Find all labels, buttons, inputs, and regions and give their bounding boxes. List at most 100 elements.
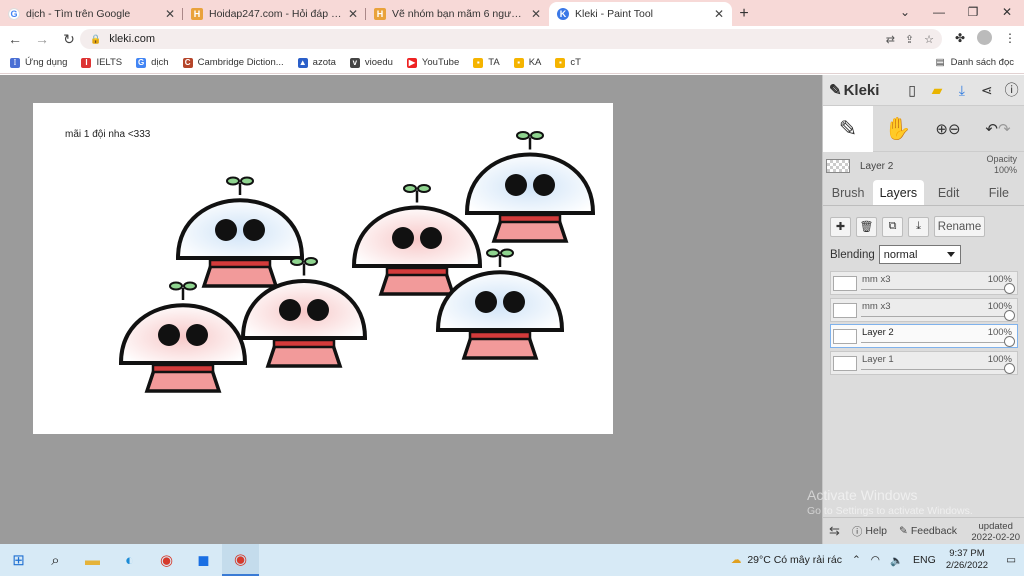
blending-row: Blending normal — [823, 237, 1024, 264]
bookmark-ka[interactable]: ▪ KA — [513, 57, 541, 68]
drawing-canvas[interactable]: mãi 1 đội nha <333 — [33, 103, 613, 434]
opacity-slider-handle[interactable] — [1004, 362, 1015, 374]
bookmark-label: IELTS — [96, 57, 123, 68]
character-head — [435, 270, 565, 332]
notification-icon[interactable]: ▭ — [1006, 554, 1016, 566]
hand-tool-button[interactable]: ✋ — [873, 106, 923, 152]
bookmark-star-icon[interactable]: ☆ — [924, 33, 934, 46]
share-icon[interactable]: ⋖ — [974, 77, 999, 103]
close-icon[interactable]: ✕ — [714, 7, 724, 21]
bookmark-vioedu[interactable]: v vioedu — [349, 57, 393, 68]
opacity-slider-handle[interactable] — [1004, 309, 1015, 321]
tool-row: ✎ ✋ ⊕ ⊖ ↶ ↷ — [823, 106, 1024, 152]
tab-edit[interactable]: Edit — [924, 180, 974, 205]
menu-kebab-icon[interactable]: ⋮ — [1004, 31, 1016, 45]
layer-name: mm x3 — [862, 300, 891, 312]
blending-select[interactable]: normal — [878, 245, 961, 264]
file-explorer-icon[interactable]: ▬ — [74, 544, 111, 576]
sprout-leaf — [486, 248, 500, 258]
layer-row[interactable]: mm x3 100% — [830, 271, 1018, 295]
opacity-slider-handle[interactable] — [1004, 283, 1015, 294]
logo-text: Kleki — [843, 81, 880, 99]
new-tab-button[interactable]: + — [732, 2, 756, 26]
tab-file[interactable]: File — [974, 180, 1024, 205]
bookmark-cambridge[interactable]: C Cambridge Diction... — [182, 57, 284, 68]
zoom-button[interactable]: ⊕ ⊖ — [923, 106, 973, 152]
rename-button[interactable]: Rename — [934, 216, 985, 237]
delete-layer-icon[interactable]: 🗑 — [856, 216, 877, 237]
clock[interactable]: 9:37 PM 2/26/2022 — [946, 548, 988, 572]
close-icon[interactable]: ✕ — [165, 7, 175, 21]
reading-list-button[interactable]: ▤ Danh sách đọc — [936, 57, 1014, 68]
layer-row-selected[interactable]: Layer 2 100% — [830, 324, 1018, 348]
brush-tool-button[interactable]: ✎ — [823, 106, 873, 152]
opacity-slider[interactable] — [861, 289, 1009, 290]
help-icon[interactable]: ⓘ — [999, 77, 1024, 103]
sprout-leaf — [226, 176, 240, 186]
add-layer-icon[interactable]: ✚ — [830, 216, 851, 237]
extensions-puzzle-icon[interactable]: ✤ — [955, 31, 965, 45]
back-button[interactable]: ← — [3, 27, 27, 51]
tab-hoidap[interactable]: H Hoidap247.com - Hỏi đáp online ✕ — [183, 2, 366, 26]
download-icon[interactable]: ⤓ — [949, 77, 974, 103]
feedback-link[interactable]: ✎ Feedback — [899, 525, 957, 537]
bookmark-apps[interactable]: ⁞ Ứng dụng — [10, 57, 67, 68]
bookmark-azota[interactable]: ▲ azota — [297, 57, 336, 68]
duplicate-layer-icon[interactable]: ⧉ — [882, 216, 903, 237]
chevron-up-icon[interactable]: ⌃ — [852, 554, 861, 566]
panel-tabs: Brush Layers Edit File — [823, 180, 1024, 206]
tab-layers[interactable]: Layers — [873, 180, 924, 205]
layer-row[interactable]: Layer 1 100% — [830, 350, 1018, 375]
minimize-button[interactable]: — — [922, 0, 956, 24]
bookmark-dich[interactable]: Gdịch — [136, 57, 169, 68]
windows-start-icon[interactable]: ⊞ — [0, 544, 37, 576]
close-window-button[interactable]: ✕ — [990, 0, 1024, 24]
blending-label: Blending — [830, 248, 875, 261]
forward-button[interactable]: → — [30, 27, 54, 51]
tab-brush[interactable]: Brush — [823, 180, 873, 205]
watermark-title: Activate Windows — [807, 487, 918, 503]
restore-button[interactable]: ❐ — [956, 0, 990, 24]
chevron-down-icon[interactable]: ⌄ — [888, 0, 922, 24]
address-bar[interactable]: 🔒 kleki.com ⇄ ⇪ ☆ — [80, 29, 942, 49]
opacity-slider[interactable] — [861, 368, 1009, 370]
bookmark-ielts[interactable]: I IELTS — [81, 57, 122, 68]
weather-widget[interactable]: ☁ 29°C Có mây rải rác — [731, 554, 842, 566]
chrome-active-icon[interactable]: ◉ — [222, 544, 259, 576]
edge-icon[interactable]: ◐ — [111, 544, 148, 576]
language-indicator[interactable]: ENG — [913, 554, 936, 566]
swap-side-icon[interactable]: ⇆ — [829, 523, 840, 539]
bookmark-youtube[interactable]: ▶ YouTube — [406, 57, 459, 68]
search-icon[interactable]: ⌕ — [37, 544, 74, 576]
close-icon[interactable]: ✕ — [531, 7, 541, 21]
avatar[interactable] — [977, 30, 992, 45]
wifi-icon[interactable]: ◠ — [871, 554, 880, 566]
redo-icon: ↷ — [998, 121, 1011, 138]
character-collar — [272, 338, 336, 349]
tab-google[interactable]: G dịch - Tìm trên Google ✕ — [0, 2, 183, 26]
merge-down-icon[interactable]: ⤓ — [908, 216, 929, 237]
chrome-icon[interactable]: ◉ — [148, 544, 185, 576]
opacity-slider-handle[interactable] — [1004, 336, 1015, 347]
opacity-slider[interactable] — [861, 315, 1009, 317]
help-link[interactable]: ⓘ Help — [852, 524, 887, 539]
tab-hoidap-question[interactable]: H Vẽ nhóm bạn mãm 6 người câu hỏi ✕ — [366, 2, 549, 26]
reload-button[interactable]: ↻ — [57, 27, 81, 51]
close-icon[interactable]: ✕ — [348, 7, 358, 21]
open-folder-icon[interactable]: ▰ — [925, 77, 950, 103]
undo-redo-button[interactable]: ↶ ↷ — [973, 106, 1023, 152]
new-image-icon[interactable]: ▯ — [900, 77, 925, 103]
translate-icon[interactable]: ⇄ — [886, 33, 895, 46]
bookmark-ct[interactable]: ▪ cT — [555, 57, 581, 68]
opacity-slider[interactable] — [861, 342, 1009, 343]
bookmark-ta[interactable]: ▪ TA — [473, 57, 500, 68]
share-icon[interactable]: ⇪ — [905, 33, 914, 46]
zalo-icon[interactable]: ◼ — [185, 544, 222, 576]
layer-row[interactable]: mm x3 100% — [830, 297, 1018, 322]
character-head — [240, 279, 368, 340]
feedback-label: Feedback — [910, 525, 957, 537]
tab-kleki[interactable]: K Kleki - Paint Tool ✕ — [549, 2, 732, 26]
activation-watermark: Activate Windows Go to Settings to activ… — [807, 487, 1024, 517]
cambridge-icon: C — [182, 57, 193, 68]
volume-icon[interactable]: 🔈 — [890, 554, 903, 567]
